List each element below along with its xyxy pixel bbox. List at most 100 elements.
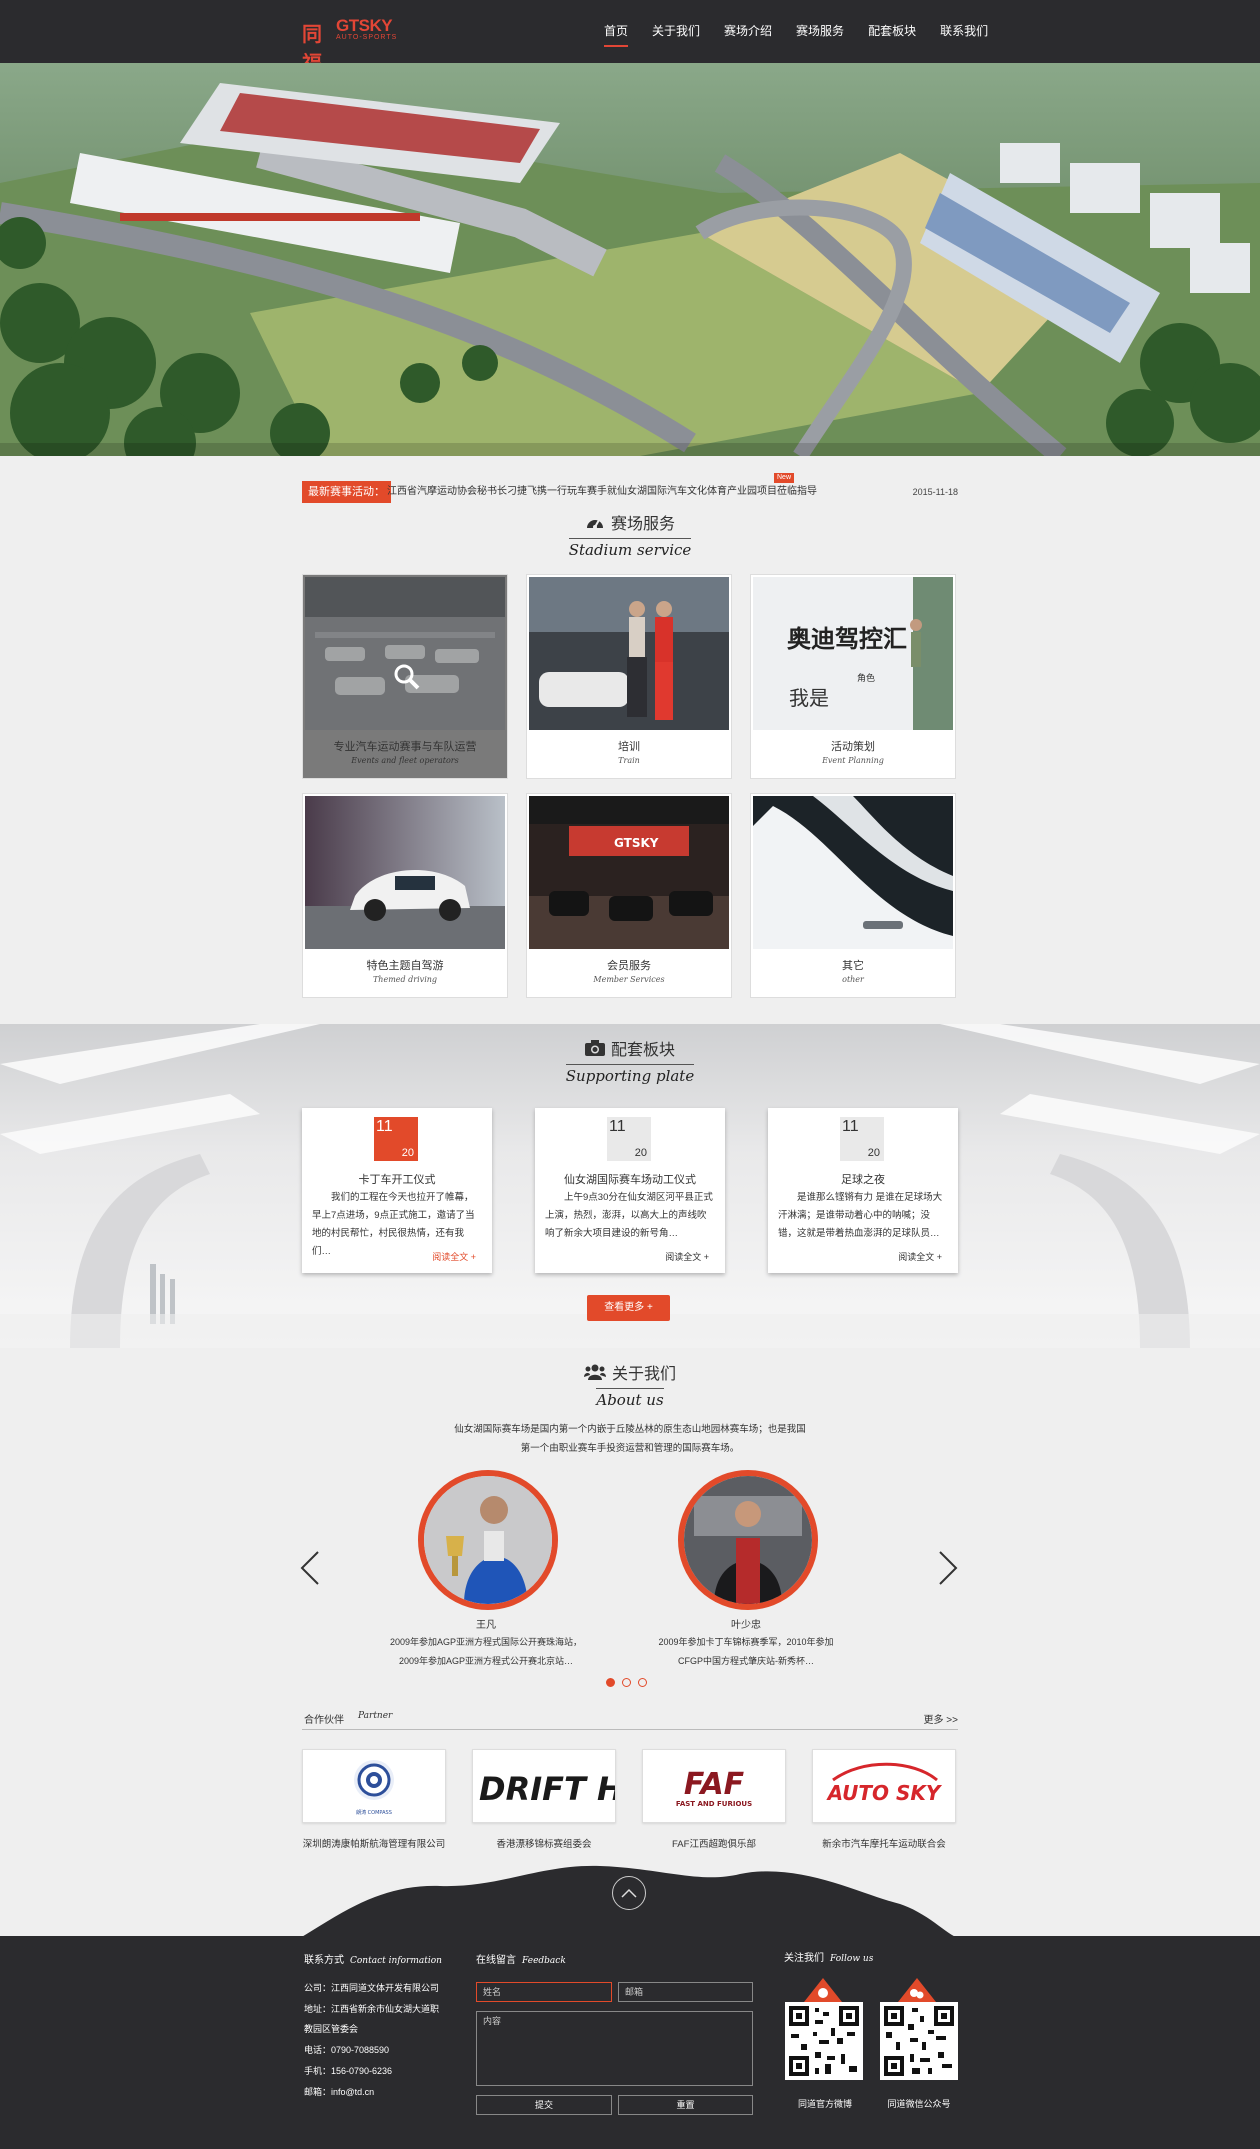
weibo-icon[interactable] — [804, 1978, 842, 2002]
service-en-label: Train — [618, 756, 640, 765]
audi-wall-text: 奥迪驾控汇 — [787, 625, 907, 653]
contact-title-en: Contact information — [350, 1956, 442, 1966]
date-month: 20 — [867, 1147, 880, 1159]
lounge-sign-text: GTSKY — [614, 836, 659, 850]
service-photo-showroom — [753, 796, 953, 949]
news-title[interactable]: 卡丁车开工仪式 — [302, 1171, 492, 1187]
service-cn-label: 特色主题自驾游 — [366, 960, 444, 972]
wechat-qr-code — [880, 2002, 958, 2080]
service-card-other[interactable]: 其它 other — [750, 793, 956, 998]
users-icon — [583, 1364, 606, 1380]
partner-more-link[interactable]: 更多 >> — [924, 1711, 958, 1726]
read-more-link[interactable]: 阅读全文 + — [665, 1250, 709, 1263]
compass-logo-text: 朗涛 COMPASS — [356, 1809, 392, 1816]
section-title: 关于我们 — [611, 1366, 676, 1383]
about-heading: 关于我们 About us — [0, 1360, 1260, 1409]
service-cn-label: 培训 — [618, 741, 640, 753]
ticker-date: 2015-11-18 — [912, 487, 958, 497]
news-title[interactable]: 仙女湖国际赛车场动工仪式 — [535, 1171, 725, 1187]
feedback-title-cn: 在线留言 — [476, 1955, 516, 1966]
service-photo-garage — [305, 577, 505, 730]
camera-icon — [584, 1040, 605, 1056]
service-card-themed-driving[interactable]: 特色主题自驾游 Themed driving — [302, 793, 508, 998]
nav-circuit[interactable]: 赛场介绍 — [712, 0, 784, 63]
partner-name: 新余市汽车摩托车运动联合会 — [822, 1839, 946, 1850]
logo-en-text: GTSKY — [336, 16, 393, 35]
service-card-event-planning[interactable]: 奥迪驾控汇 我是 角色 活动策划 Event Planning — [750, 574, 956, 779]
service-cn-label: 其它 — [842, 960, 864, 972]
partner-name: 深圳朗涛康帕斯航海管理有限公司 — [302, 1839, 446, 1850]
contact-address: 地址：江西省新余市仙女湖大道职 — [304, 2004, 440, 2014]
weibo-qr-code — [785, 2002, 863, 2080]
carousel-dot-1[interactable] — [606, 1678, 615, 1687]
ticker-headline-link[interactable]: 江西省汽摩运动协会秘书长刁捷飞携一行玩车赛手就仙女湖国际汽车文化体育产业园项目莅… — [387, 481, 817, 503]
back-to-top-button[interactable] — [612, 1876, 646, 1910]
contact-phone: 电话：0790-7088590 — [304, 2045, 390, 2055]
contact-mobile: 手机：156-0790-6236 — [304, 2066, 393, 2076]
circuit-aerial-illustration — [0, 63, 1260, 456]
name-input[interactable]: 姓名 — [476, 1982, 612, 2002]
wechat-qr-label: 同道微信公众号 — [887, 2099, 951, 2109]
partner-logo-faf[interactable]: FAF FAST AND FURIOUS — [642, 1749, 786, 1823]
service-cn-label: 专业汽车运动赛事与车队运营 — [333, 741, 477, 753]
driver-avatar[interactable] — [678, 1470, 818, 1610]
chevron-right-icon[interactable] — [938, 1550, 958, 1586]
driver-avatar[interactable] — [418, 1470, 558, 1610]
news-excerpt: 上午9点30分在仙女湖区河平县正式上演，热烈，澎湃，以高大上的声线吹响了新余大项… — [545, 1192, 713, 1239]
service-card-events[interactable]: 专业汽车运动赛事与车队运营 Events and fleet operators — [302, 574, 508, 779]
magnifier-icon[interactable] — [393, 663, 421, 691]
service-card-training[interactable]: 培训 Train — [526, 574, 732, 779]
logo-sub-text: AUTO-SPORTS — [336, 34, 398, 41]
page: 同福 GTSKY AUTO-SPORTS 首页 关于我们 赛场介绍 赛场服务 配… — [0, 0, 1260, 2149]
audi-wall-text2: 我是 — [789, 686, 829, 710]
partner-title-en: Partner — [358, 1711, 393, 1721]
service-en-label: other — [842, 975, 864, 984]
contact-address-2: 教园区管委会 — [304, 2024, 359, 2034]
new-badge: New — [774, 473, 795, 483]
contact-title: 联系方式 Contact information — [304, 1951, 442, 1966]
read-more-link[interactable]: 阅读全文 + — [898, 1250, 942, 1263]
partner-logo-autosky[interactable]: AUTO SKY — [812, 1749, 956, 1823]
service-cn-label: 活动策划 — [831, 741, 875, 753]
news-card[interactable]: 11 20 仙女湖国际赛车场动工仪式 上午9点30分在仙女湖区河平县正式上演，热… — [535, 1108, 725, 1273]
chevron-up-icon[interactable] — [613, 1877, 645, 1909]
reset-button[interactable]: 重置 — [618, 2095, 753, 2115]
nav-supporting[interactable]: 配套板块 — [856, 0, 928, 63]
carousel-next-button[interactable] — [938, 1550, 958, 1595]
service-cn-label: 会员服务 — [607, 960, 651, 972]
news-card[interactable]: 11 20 足球之夜 是谁那么铿锵有力 是谁在足球场大汗淋漓；是谁带动着心中的呐… — [768, 1108, 958, 1273]
main-nav: 首页 关于我们 赛场介绍 赛场服务 配套板块 联系我们 — [592, 0, 1000, 63]
content-textarea[interactable]: 内容 — [476, 2011, 753, 2086]
partner-logo-drifthk[interactable]: DRIFT HK — [472, 1749, 651, 1823]
news-ticker: 最新赛事活动： 江西省汽摩运动协会秘书长刁捷飞携一行玩车赛手就仙女湖国际汽车文化… — [302, 473, 958, 503]
nav-services[interactable]: 赛场服务 — [784, 0, 856, 63]
nav-contact[interactable]: 联系我们 — [928, 0, 1000, 63]
news-card[interactable]: 11 20 卡丁车开工仪式 我们的工程在今天也拉开了帷幕，早上7点进场，9点正式… — [302, 1108, 492, 1273]
date-day: 11 — [609, 1118, 626, 1135]
carousel-dot-3[interactable] — [638, 1678, 647, 1687]
nav-about[interactable]: 关于我们 — [640, 0, 712, 63]
date-month: 20 — [401, 1147, 414, 1159]
service-photo-audi-wall: 奥迪驾控汇 我是 角色 — [753, 577, 953, 730]
service-en-label: Member Services — [593, 975, 665, 984]
section-subtitle: About us — [596, 1388, 664, 1409]
wechat-icon[interactable] — [898, 1978, 936, 2002]
speedometer-icon — [586, 519, 603, 529]
chevron-left-icon[interactable] — [300, 1550, 320, 1586]
carousel-prev-button[interactable] — [300, 1550, 320, 1595]
date-month: 20 — [634, 1147, 647, 1159]
supporting-heading: 配套板块 Supporting plate — [0, 1036, 1260, 1085]
carousel-dot-2[interactable] — [622, 1678, 631, 1687]
service-card-member[interactable]: GTSKY 会员服务 Member Services — [526, 793, 732, 998]
submit-button[interactable]: 提交 — [476, 2095, 612, 2115]
view-more-button[interactable]: 查看更多 + — [587, 1295, 670, 1321]
read-more-link[interactable]: 阅读全文 + — [432, 1250, 476, 1263]
email-input[interactable]: 邮箱 — [618, 1982, 753, 2002]
nav-home[interactable]: 首页 — [592, 0, 640, 63]
feedback-title-en: Feedback — [522, 1956, 566, 1966]
date-badge: 11 20 — [607, 1117, 651, 1161]
section-title: 赛场服务 — [610, 516, 675, 533]
partner-logo-compass[interactable]: 朗涛 COMPASS — [302, 1749, 446, 1823]
section-title: 配套板块 — [610, 1042, 675, 1059]
news-title[interactable]: 足球之夜 — [768, 1171, 958, 1187]
